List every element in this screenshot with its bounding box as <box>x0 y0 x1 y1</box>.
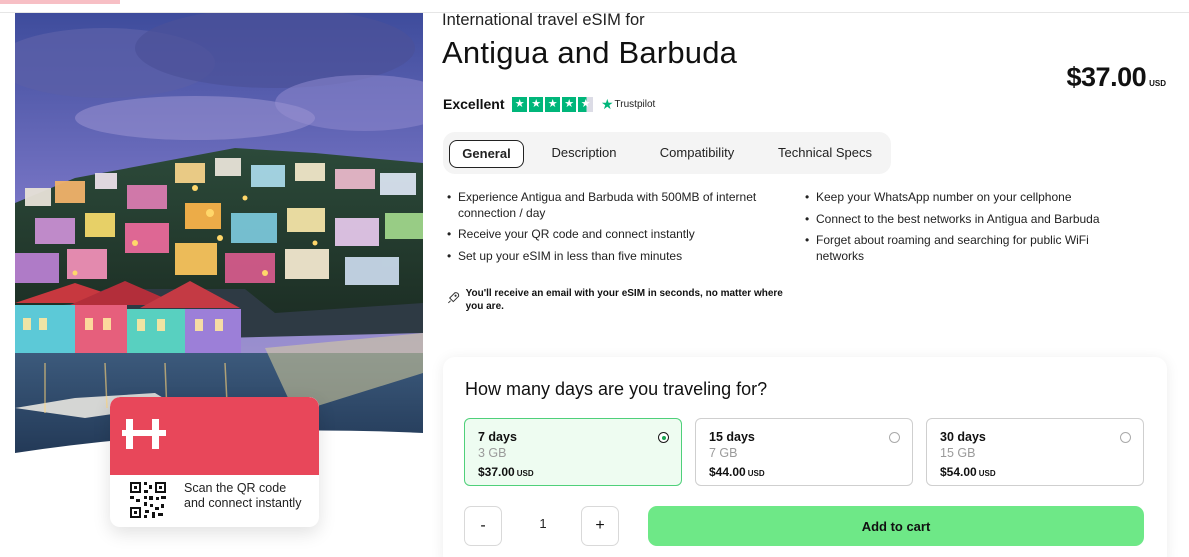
rating-label: Excellent <box>443 96 505 112</box>
plan-price: $44.00 USD <box>709 465 765 479</box>
plan-price-amount: $44.00 <box>709 465 746 479</box>
note-text: You'll receive an email with your eSIM i… <box>465 288 783 312</box>
plan-price-currency: USD <box>978 469 996 478</box>
tab-description[interactable]: Description <box>539 140 629 168</box>
star-icon: ★ <box>512 96 527 112</box>
plan-price-amount: $54.00 <box>940 465 977 479</box>
plan-price: $37.00 USD <box>478 465 534 479</box>
tab-technical-specs[interactable]: Technical Specs <box>765 140 885 168</box>
product-price: $37.00 USD <box>1067 62 1166 93</box>
plan-option-15-days[interactable]: 15 days 7 GB $44.00 USD <box>695 418 913 486</box>
feature-item: Experience Antigua and Barbuda with 500M… <box>447 190 792 221</box>
plan-option-30-days[interactable]: 30 days 15 GB $54.00 USD <box>926 418 1144 486</box>
feature-column-left: Experience Antigua and Barbuda with 500M… <box>447 190 792 270</box>
price-currency: USD <box>1149 79 1166 88</box>
feature-column-right: Keep your WhatsApp number on your cellph… <box>805 190 1135 270</box>
tab-compatibility[interactable]: Compatibility <box>647 140 747 168</box>
tab-general[interactable]: General <box>449 140 524 168</box>
radio-unselected-icon[interactable] <box>1120 432 1131 443</box>
quantity-increase-button[interactable]: + <box>581 506 619 546</box>
rating-stars: ★ ★ ★ ★ ★ <box>512 96 593 112</box>
feature-item: Forget about roaming and searching for p… <box>805 233 1135 264</box>
feature-item: Receive your QR code and connect instant… <box>447 227 792 243</box>
plan-price: $54.00 USD <box>940 465 996 479</box>
trustpilot-rating[interactable]: Excellent ★ ★ ★ ★ ★ ★ Trustpilot <box>443 95 655 113</box>
card-caption: Scan the QR code and connect instantly <box>184 481 302 510</box>
plan-days: 7 days <box>478 430 517 444</box>
rocket-icon <box>447 292 460 304</box>
radio-unselected-icon[interactable] <box>889 432 900 443</box>
trustpilot-logo: ★ Trustpilot <box>601 96 655 113</box>
trustpilot-name: Trustpilot <box>614 98 656 110</box>
card-body: Scan the QR code and connect instantly <box>110 475 319 527</box>
plan-price-amount: $37.00 <box>478 465 515 479</box>
plan-price-currency: USD <box>747 469 765 478</box>
top-accent-bar <box>0 0 120 4</box>
feature-item: Connect to the best networks in Antigua … <box>805 212 1135 228</box>
plan-selector-panel: How many days are you traveling for? 7 d… <box>443 357 1167 557</box>
half-star-icon: ★ <box>578 96 593 112</box>
qr-code-icon <box>130 482 166 518</box>
star-icon: ★ <box>528 96 544 112</box>
plan-days: 15 days <box>709 430 755 444</box>
price-amount: $37.00 <box>1066 62 1147 92</box>
card-header <box>110 397 319 475</box>
page-subtitle: International travel eSIM for <box>442 11 645 29</box>
esim-card: Scan the QR code and connect instantly <box>110 397 319 527</box>
star-icon: ★ <box>561 96 577 112</box>
page-title: Antigua and Barbuda <box>442 35 738 70</box>
plan-question: How many days are you traveling for? <box>465 379 768 399</box>
plan-data: 7 GB <box>709 446 738 460</box>
email-delivery-note: You'll receive an email with your eSIM i… <box>447 287 787 313</box>
quantity-value: 1 <box>539 516 547 531</box>
feature-item: Keep your WhatsApp number on your cellph… <box>805 190 1135 206</box>
quantity-decrease-button[interactable]: - <box>464 506 502 546</box>
plan-days: 30 days <box>940 430 986 444</box>
add-to-cart-button[interactable]: Add to cart <box>648 506 1144 546</box>
plan-option-7-days[interactable]: 7 days 3 GB $37.00 USD <box>464 418 682 486</box>
star-icon: ★ <box>545 96 560 112</box>
trustpilot-star-icon: ★ <box>600 95 614 112</box>
product-tabs: General Description Compatibility Techni… <box>443 132 891 174</box>
plan-data: 3 GB <box>478 446 507 460</box>
holafly-logo-icon <box>122 419 166 449</box>
plan-data: 15 GB <box>940 446 976 460</box>
feature-item: Set up your eSIM in less than five minut… <box>447 249 792 265</box>
radio-selected-icon[interactable] <box>658 432 669 443</box>
plan-price-currency: USD <box>516 469 534 478</box>
